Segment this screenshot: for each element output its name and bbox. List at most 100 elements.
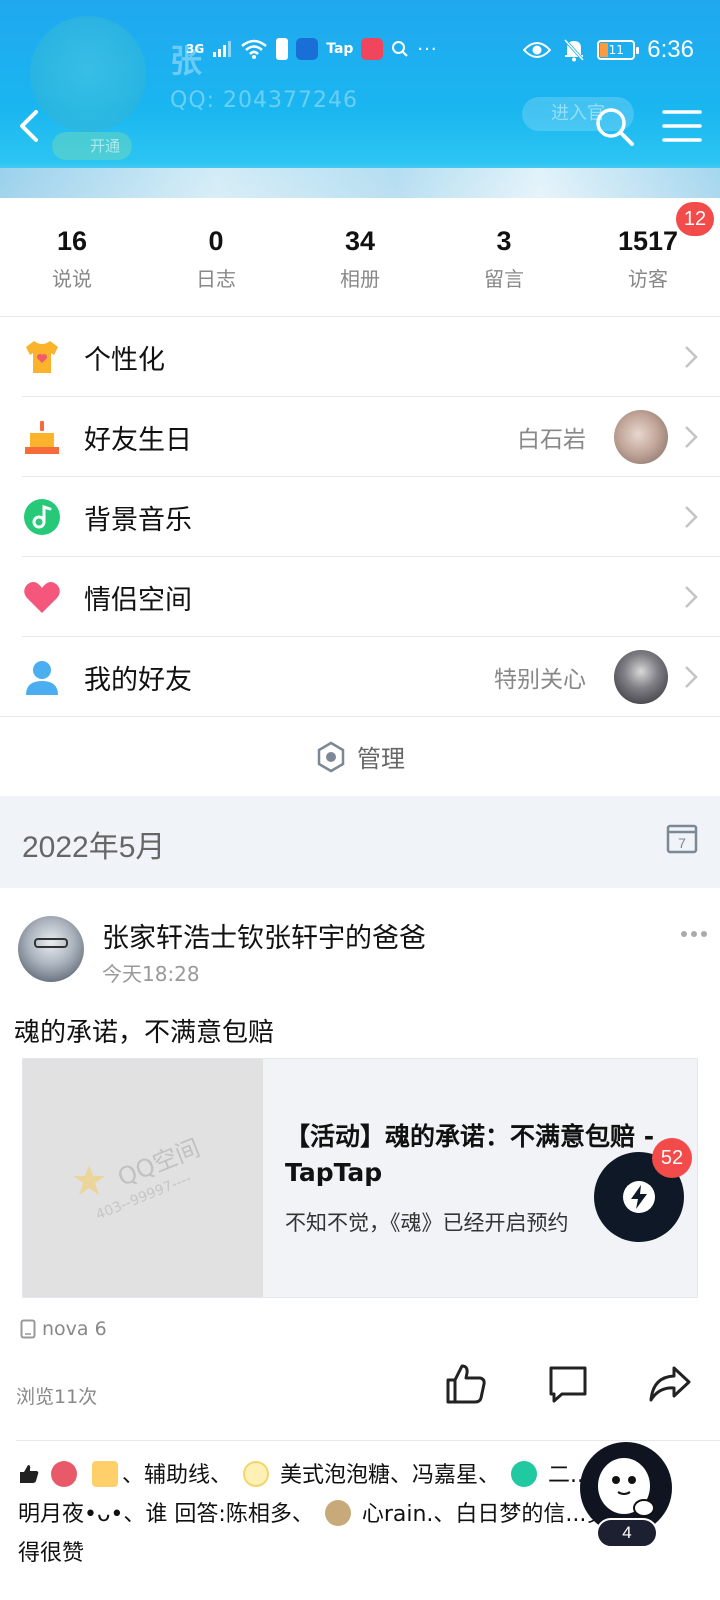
shared-link-card[interactable]: QQ空间 403--99997---- 【活动】魂的承诺：不满意包赔 - Tap… [22,1058,698,1298]
link-description: 不知不觉，《魂》已经开启预约 [285,1211,569,1235]
liker-avatar [92,1461,118,1487]
wifi-icon [241,39,268,59]
stat-number: 3 [496,226,512,256]
menu-item-couple-space[interactable]: 情侣空间 [0,557,720,637]
comment-icon[interactable] [546,1362,590,1406]
signal-icon [213,41,232,57]
hamburger-menu-icon[interactable] [660,104,704,148]
stats-row: 16 说说 0 日志 34 相册 3 留言 1517 访客 12 [0,198,720,316]
battery-alert-icon [276,38,289,60]
more-options-icon[interactable] [680,926,708,942]
liker-avatar [324,1500,351,1526]
person-icon [26,661,58,695]
menu-label: 我的好友 [84,664,192,696]
menu-label: 个性化 [84,344,165,376]
menu-label: 背景音乐 [84,504,192,536]
status-bar: 3G Tap ··· 11 6:36 [0,30,720,76]
like-thumb-icon[interactable] [444,1362,488,1406]
huawei-app-icon [361,38,384,60]
stat-shuoshuo[interactable]: 16 说说 [0,198,144,316]
month-label: 2022年5月 [22,831,166,864]
device-name: nova 6 [42,1318,107,1340]
calendar-icon[interactable]: 7 [666,822,698,854]
phone-icon [20,1319,36,1339]
share-icon[interactable] [648,1362,692,1406]
menu-item-personalize[interactable]: 个性化 [0,317,720,397]
stat-label: 相册 [340,267,380,291]
stat-label: 留言 [484,267,524,291]
feature-menu-list: 个性化 好友生日 白石岩 背景音乐 情侣空间 我的好友 特别关心 [0,316,720,717]
music-note-icon [24,499,60,535]
status-left: 3G Tap ··· [186,38,438,60]
chevron-right-icon [685,586,698,608]
menu-label: 好友生日 [84,424,192,456]
chevron-right-icon [685,426,698,448]
mute-bell-icon [564,38,585,62]
manage-button[interactable]: 管理 [0,716,720,796]
visitors-badge: 12 [676,202,714,236]
liker-avatar [51,1461,77,1487]
friend-avatar [614,650,668,704]
link-thumbnail: QQ空间 403--99997---- [23,1059,263,1297]
heart-icon [24,582,60,613]
back-arrow-icon[interactable] [14,104,46,148]
chat-badge: 52 [652,1138,692,1178]
device-info: nova 6 [20,1318,107,1340]
mascot-face-icon [598,1458,655,1517]
post-content: 魂的承诺，不满意包赔 [14,1018,275,1048]
stat-messages[interactable]: 3 留言 [432,198,576,316]
search-small-icon [392,41,409,57]
stat-number: 16 [56,226,88,256]
stat-label: 访客 [628,267,668,291]
battery-level: 11 [608,43,624,57]
liker-avatar [243,1461,270,1487]
search-icon[interactable] [592,104,636,148]
stat-albums[interactable]: 34 相册 [288,198,432,316]
battery-indicator: 11 [597,40,640,60]
likes-text: 明月夜•ᴗ•、谁 回答:陈相多、 [18,1502,314,1527]
likes-text: 心rain.、白日梦的信...觉 [361,1502,609,1527]
stat-label: 说说 [52,267,92,291]
post-divider [16,1440,720,1441]
post-timestamp: 今天18:28 [102,962,200,986]
thumb-small-icon [20,1465,39,1483]
profile-header: 张 QQ: 204377246 开通 进入官 3G Tap ··· 11 6:3… [0,0,720,198]
eye-icon [523,42,552,58]
network-type: 3G [186,42,205,56]
tshirt-icon [26,341,58,373]
vip-open-badge[interactable]: 开通 [52,132,132,160]
svg-text:7: 7 [678,835,686,851]
qzone-star-watermark-icon [73,1165,105,1195]
qzone-profile-page: 张 QQ: 204377246 开通 进入官 3G Tap ··· 11 6:3… [0,0,720,1600]
likes-text: 美式泡泡糖、冯嘉星、 [280,1463,501,1488]
stat-blog[interactable]: 0 日志 [144,198,288,316]
stat-visitors[interactable]: 1517 访客 12 [576,198,720,316]
weather-app-icon [296,38,319,60]
post-author-avatar[interactable] [18,916,84,982]
view-count: 浏览11次 [16,1386,98,1408]
menu-item-my-friends[interactable]: 我的好友 特别关心 [0,637,720,717]
cover-image [0,168,720,198]
stat-number: 0 [208,226,224,256]
stat-label: 日志 [196,267,236,291]
menu-item-friend-birthday[interactable]: 好友生日 白石岩 [0,397,720,477]
friend-avatar [614,410,668,464]
hexagon-settings-icon [317,741,345,772]
liker-avatar [511,1461,538,1487]
clock-time: 6:36 [647,36,694,63]
lightning-chat-icon [623,1181,655,1213]
special-care-label: 特别关心 [494,667,586,693]
manage-label: 管理 [357,745,405,773]
stat-number: 34 [344,226,376,256]
menu-label: 情侣空间 [84,584,192,616]
profile-qq-number: QQ: 204377246 [170,88,359,113]
chevron-right-icon [685,506,698,528]
more-notifications-icon: ··· [417,38,438,60]
likes-text: 、辅助线、 [122,1463,233,1488]
taptap-app-icon: Tap [326,41,354,57]
post-author-name[interactable]: 张家轩浩士钦张轩宇的爸爸 [102,916,426,955]
status-right: 11 6:36 [523,36,694,64]
menu-item-background-music[interactable]: 背景音乐 [0,477,720,557]
mascot-count: 4 [596,1518,658,1548]
birthday-cake-icon [25,421,59,454]
